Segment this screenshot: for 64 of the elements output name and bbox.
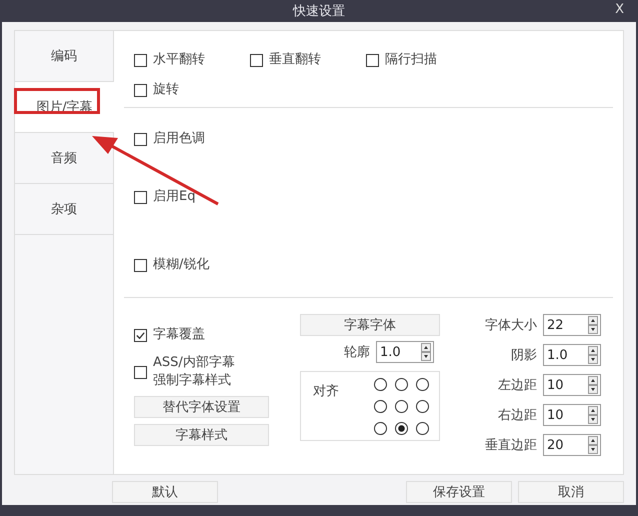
alignment-radio[interactable]: [374, 400, 387, 413]
number-spinbox[interactable]: 10: [543, 374, 601, 396]
spinner-label: 右边距: [498, 407, 537, 424]
checkbox-box[interactable]: [134, 258, 147, 272]
spinner-label: 阴影: [511, 347, 537, 364]
checkbox-box[interactable]: [134, 328, 147, 342]
spinner-arrows-icon[interactable]: [588, 406, 598, 424]
number-spinbox[interactable]: 20: [543, 434, 601, 456]
checkbox-box[interactable]: [134, 190, 147, 204]
alignment-radio[interactable]: [395, 378, 408, 391]
number-spinbox[interactable]: 10: [543, 404, 601, 426]
checkbox[interactable]: 垂直翻转: [250, 51, 366, 69]
close-button[interactable]: X: [615, 2, 624, 17]
spinner-arrows-icon[interactable]: [588, 436, 598, 454]
checkbox-label: 强制字幕样式: [153, 372, 231, 390]
subtitle-button[interactable]: 替代字体设置: [134, 396, 269, 418]
number-spinbox[interactable]: 1.0: [543, 344, 601, 366]
checkbox-label: 启用Eq: [153, 188, 196, 206]
subtitle-button[interactable]: 字幕样式: [134, 424, 269, 446]
save-button[interactable]: 保存设置: [406, 481, 512, 503]
alignment-label: 对齐: [313, 383, 339, 401]
checkbox-box[interactable]: [134, 132, 147, 146]
checkbox[interactable]: 启用色调: [134, 130, 205, 148]
outline-spinbox[interactable]: 1.0: [376, 341, 434, 363]
checkbox-box[interactable]: [134, 366, 147, 378]
checkbox[interactable]: 隔行扫描: [366, 51, 482, 69]
checkbox-label: 垂直翻转: [269, 51, 321, 69]
checkbox-label: ASS/内部字幕: [153, 354, 235, 372]
spinner-arrows-icon[interactable]: [588, 346, 598, 364]
checkbox-box[interactable]: [134, 84, 147, 96]
checkbox-box[interactable]: [250, 54, 263, 66]
checkbox[interactable]: 水平翻转: [134, 51, 250, 69]
checkbox-label: 隔行扫描: [385, 51, 437, 69]
checkbox-label: 启用色调: [153, 130, 205, 148]
default-button[interactable]: 默认: [112, 481, 218, 503]
spinner-arrows-icon[interactable]: [588, 376, 598, 394]
number-spinbox[interactable]: 22: [543, 314, 601, 336]
checkbox[interactable]: 模糊/锐化: [134, 256, 210, 274]
spinner-arrows-icon[interactable]: [588, 316, 598, 334]
window-title: 快速设置: [293, 3, 345, 20]
cancel-button[interactable]: 取消: [518, 481, 624, 503]
alignment-radio[interactable]: [374, 422, 387, 435]
outline-label: 轮廓: [344, 344, 370, 361]
alignment-radio[interactable]: [416, 422, 429, 435]
alignment-radio[interactable]: [416, 400, 429, 413]
alignment-radio[interactable]: [374, 378, 387, 391]
checkbox[interactable]: 旋转: [134, 81, 250, 99]
spinner-label: 字体大小: [485, 317, 537, 334]
spinner-label: 左边距: [498, 377, 537, 394]
checkbox-box[interactable]: [366, 54, 379, 66]
subtitle-font-button[interactable]: 字幕字体: [300, 314, 440, 336]
checkbox-box[interactable]: [134, 54, 147, 66]
checkbox[interactable]: 字幕覆盖: [134, 326, 300, 344]
checkbox-label: 水平翻转: [153, 51, 205, 69]
alignment-radio[interactable]: [395, 422, 408, 435]
alignment-radio[interactable]: [395, 400, 408, 413]
spinner-label: 垂直边距: [485, 437, 537, 454]
checkbox[interactable]: ASS/内部字幕 强制字幕样式: [134, 354, 300, 390]
checkbox-label: 旋转: [153, 81, 179, 99]
alignment-radio[interactable]: [416, 378, 429, 391]
checkbox-label: 字幕覆盖: [153, 326, 205, 344]
checkbox-label: 模糊/锐化: [153, 256, 210, 274]
spinner-arrows-icon[interactable]: [421, 343, 431, 361]
checkbox[interactable]: 启用Eq: [134, 188, 196, 206]
